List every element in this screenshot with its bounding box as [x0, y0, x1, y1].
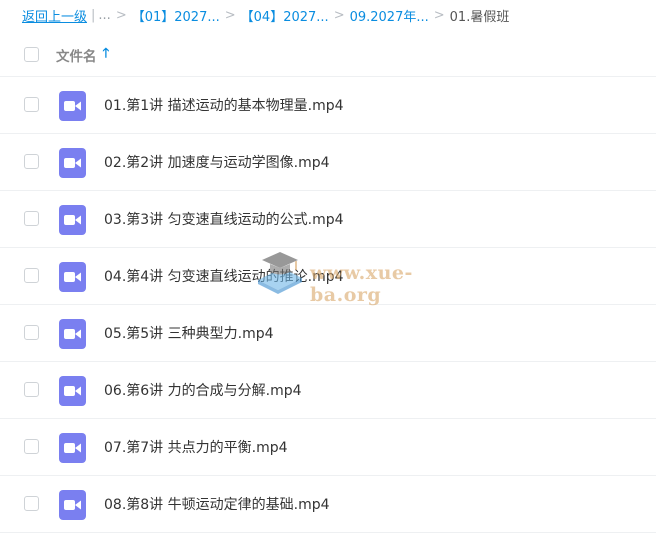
- video-file-icon: [59, 319, 86, 349]
- file-name[interactable]: 08.第8讲 牛顿运动定律的基础.mp4: [104, 494, 330, 514]
- row-checkbox[interactable]: [24, 268, 39, 283]
- file-row[interactable]: 05.第5讲 三种典型力.mp4: [0, 305, 656, 362]
- video-file-icon: [59, 205, 86, 235]
- file-name[interactable]: 02.第2讲 加速度与运动学图像.mp4: [104, 152, 330, 172]
- video-file-icon: [59, 376, 86, 406]
- breadcrumb: 返回上一级 | ... > 【01】2027... > 【04】2027... …: [22, 5, 509, 25]
- breadcrumb-ellipsis[interactable]: ...: [98, 8, 110, 23]
- video-file-icon: [59, 433, 86, 463]
- video-file-icon: [59, 91, 86, 121]
- chevron-right-icon: >: [333, 7, 345, 23]
- file-row[interactable]: 04.第4讲 匀变速直线运动的推论.mp4: [0, 248, 656, 305]
- file-row[interactable]: 01.第1讲 描述运动的基本物理量.mp4: [0, 77, 656, 134]
- row-checkbox[interactable]: [24, 325, 39, 340]
- chevron-right-icon: >: [433, 7, 445, 23]
- file-name[interactable]: 06.第6讲 力的合成与分解.mp4: [104, 380, 302, 400]
- video-file-icon: [59, 262, 86, 292]
- file-name[interactable]: 05.第5讲 三种典型力.mp4: [104, 323, 274, 343]
- file-name[interactable]: 03.第3讲 匀变速直线运动的公式.mp4: [104, 209, 344, 229]
- chevron-right-icon: >: [115, 7, 127, 23]
- video-file-icon: [59, 148, 86, 178]
- name-column-header[interactable]: 文件名 🡑: [56, 44, 109, 66]
- row-checkbox[interactable]: [24, 154, 39, 169]
- row-checkbox[interactable]: [24, 439, 39, 454]
- file-list-header: 文件名 🡑: [0, 33, 656, 77]
- breadcrumb-item[interactable]: 09.2027年...: [350, 6, 429, 25]
- row-checkbox[interactable]: [24, 382, 39, 397]
- breadcrumb-item[interactable]: 【01】2027...: [132, 6, 220, 25]
- file-row[interactable]: 02.第2讲 加速度与运动学图像.mp4: [0, 134, 656, 191]
- breadcrumb-item[interactable]: 【04】2027...: [241, 6, 329, 25]
- file-row[interactable]: 07.第7讲 共点力的平衡.mp4: [0, 419, 656, 476]
- arrow-up-icon[interactable]: 🡑: [103, 44, 110, 66]
- row-checkbox[interactable]: [24, 97, 39, 112]
- file-row[interactable]: 08.第8讲 牛顿运动定律的基础.mp4: [0, 476, 656, 533]
- breadcrumb-divider: |: [91, 7, 96, 23]
- back-link[interactable]: 返回上一级: [22, 6, 87, 25]
- row-checkbox[interactable]: [24, 211, 39, 226]
- file-row[interactable]: 06.第6讲 力的合成与分解.mp4: [0, 362, 656, 419]
- file-name[interactable]: 01.第1讲 描述运动的基本物理量.mp4: [104, 95, 344, 115]
- select-all-checkbox[interactable]: [24, 47, 39, 62]
- row-checkbox[interactable]: [24, 496, 39, 511]
- breadcrumb-current: 01.暑假班: [449, 9, 510, 25]
- file-list: 01.第1讲 描述运动的基本物理量.mp4 02.第2讲 加速度与运动学图像.m…: [0, 77, 656, 533]
- video-file-icon: [59, 490, 86, 520]
- file-name[interactable]: 04.第4讲 匀变速直线运动的推论.mp4: [104, 266, 344, 286]
- chevron-right-icon: >: [224, 7, 236, 23]
- file-name[interactable]: 07.第7讲 共点力的平衡.mp4: [104, 437, 288, 457]
- name-column-label: 文件名: [56, 48, 97, 65]
- file-row[interactable]: 03.第3讲 匀变速直线运动的公式.mp4: [0, 191, 656, 248]
